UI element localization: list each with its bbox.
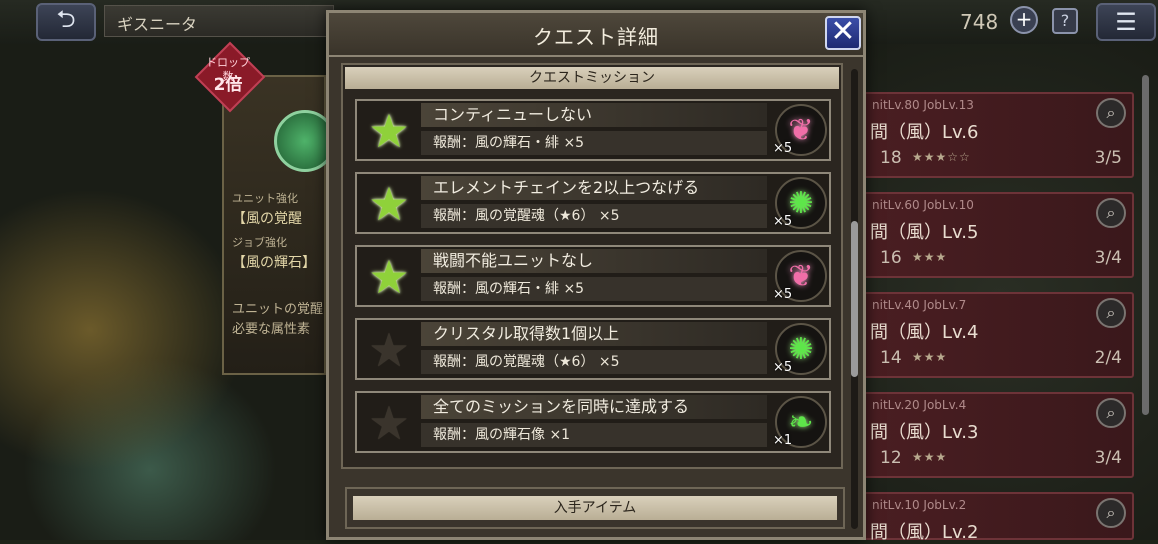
mission-reward: 報酬：風の輝石・緋 ×5 <box>421 277 767 301</box>
drop-bonus-multiplier: 2倍 <box>213 75 243 95</box>
quest-level-req: nitLv.40 JobLv.7 <box>872 298 967 312</box>
quest-name: 間（風）Lv.4 <box>870 322 979 343</box>
dialog-title: クエスト詳細 <box>533 25 659 49</box>
magnifier-icon[interactable]: ⌕ <box>1096 298 1126 328</box>
help-button[interactable]: ? <box>1052 8 1078 34</box>
mission-incomplete-star-icon: ★ <box>368 396 410 450</box>
reward-quantity: ×5 <box>773 360 793 375</box>
quest-name: 間（風）Lv.2 <box>870 522 979 543</box>
quest-stamina: 18 <box>880 148 902 168</box>
mission-row: ★ 全てのミッションを同時に達成する 報酬：風の輝石像 ×1 ❧ ×1 <box>355 391 831 453</box>
mission-title: 全てのミッションを同時に達成する <box>421 395 767 419</box>
magnifier-icon[interactable]: ⌕ <box>1096 498 1126 528</box>
mission-complete-star-icon: ★ <box>368 104 410 158</box>
quest-stars: ★★★ <box>912 250 948 264</box>
mission-title: エレメントチェインを2以上つなげる <box>421 176 767 200</box>
mission-row: ★ 戦闘不能ユニットなし 報酬：風の輝石・緋 ×5 ❦ ×5 <box>355 245 831 307</box>
dialog-scrollbar-thumb[interactable] <box>851 221 858 377</box>
mission-reward: 報酬：風の輝石・緋 ×5 <box>421 131 767 155</box>
items-section[interactable]: 入手アイテム <box>345 487 845 529</box>
quest-progress: 3/4 <box>1094 448 1122 468</box>
mission-row: ★ クリスタル取得数1個以上 報酬：風の覚醒魂（★6） ×5 ✺ ×5 <box>355 318 831 380</box>
quest-stars: ★★★☆☆ <box>912 150 971 164</box>
quest-stamina: 14 <box>880 348 902 368</box>
return-arrow-icon: ⮌ <box>56 4 76 33</box>
reward-quantity: ×5 <box>773 214 793 229</box>
mission-reward: 報酬：風の覚醒魂（★6） ×5 <box>421 350 767 374</box>
quest-name: 間（風）Lv.5 <box>870 222 979 243</box>
mission-scroll-area[interactable]: クエストミッション ★ コンティニューしない 報酬：風の輝石・緋 ×5 ❦ ×5… <box>341 63 843 469</box>
job-label: ジョブ強化 <box>232 236 287 249</box>
reward-quantity: ×1 <box>773 433 793 448</box>
quest-stars: ★★★ <box>912 450 948 464</box>
magnifier-icon[interactable]: ⌕ <box>1096 198 1126 228</box>
magnifier-icon[interactable]: ⌕ <box>1096 98 1126 128</box>
quest-progress: 3/5 <box>1094 148 1122 168</box>
close-icon: ✕ <box>830 14 856 49</box>
mission-complete-star-icon: ★ <box>368 177 410 231</box>
quest-level-req: nitLv.60 JobLv.10 <box>872 198 974 212</box>
panel-desc-2: 必要な属性素 <box>232 322 311 337</box>
back-button[interactable]: ⮌ <box>36 3 96 41</box>
quest-level-req: nitLv.80 JobLv.13 <box>872 98 974 112</box>
hamburger-icon: ☰ <box>1115 8 1137 36</box>
job-item: 【風の輝石】 <box>232 255 316 271</box>
quest-progress: 2/4 <box>1094 348 1122 368</box>
mission-complete-star-icon: ★ <box>368 250 410 304</box>
add-gems-button[interactable]: + <box>1010 6 1038 34</box>
quest-list-item[interactable]: nitLv.10 JobLv.2 間（風）Lv.2 ⌕ <box>862 492 1134 543</box>
mission-title: コンティニューしない <box>421 103 767 127</box>
list-scrollbar[interactable] <box>1142 75 1149 415</box>
mission-incomplete-star-icon: ★ <box>368 323 410 377</box>
gem-count: 748 <box>960 10 999 34</box>
magnifier-icon[interactable]: ⌕ <box>1096 398 1126 428</box>
quest-stars: ★★★ <box>912 350 948 364</box>
quest-stamina: 16 <box>880 248 902 268</box>
quest-level-req: nitLv.10 JobLv.2 <box>872 498 967 512</box>
quest-stamina: 12 <box>880 448 902 468</box>
mission-row: ★ エレメントチェインを2以上つなげる 報酬：風の覚醒魂（★6） ×5 ✺ ×5 <box>355 172 831 234</box>
dialog-header: クエスト詳細 ✕ <box>329 13 863 57</box>
reward-quantity: ×5 <box>773 287 793 302</box>
quest-list-item[interactable]: nitLv.20 JobLv.4 間（風）Lv.3 12 ★★★ 3/4 ⌕ <box>862 392 1134 478</box>
mission-title: 戦闘不能ユニットなし <box>421 249 767 273</box>
page-title: ギスニータ <box>104 5 334 37</box>
mission-reward: 報酬：風の覚醒魂（★6） ×5 <box>421 204 767 228</box>
quest-progress: 3/4 <box>1094 248 1122 268</box>
quest-detail-dialog: クエスト詳細 ✕ クエストミッション ★ コンティニューしない 報酬：風の輝石・… <box>326 10 866 540</box>
quest-list-item[interactable]: nitLv.60 JobLv.10 間（風）Lv.5 16 ★★★ 3/4 ⌕ <box>862 192 1134 278</box>
reward-quantity: ×5 <box>773 141 793 156</box>
quest-name: 間（風）Lv.3 <box>870 422 979 443</box>
mission-reward: 報酬：風の輝石像 ×1 <box>421 423 767 447</box>
close-button[interactable]: ✕ <box>825 16 861 50</box>
items-section-header: 入手アイテム <box>353 496 837 520</box>
unit-item: 【風の覚醒 <box>232 211 302 227</box>
mission-row: ★ コンティニューしない 報酬：風の輝石・緋 ×5 ❦ ×5 <box>355 99 831 161</box>
quest-level-req: nitLv.20 JobLv.4 <box>872 398 967 412</box>
panel-desc-1: ユニットの覚醒 <box>232 302 324 317</box>
quest-list-item[interactable]: nitLv.40 JobLv.7 間（風）Lv.4 14 ★★★ 2/4 ⌕ <box>862 292 1134 378</box>
mission-title: クリスタル取得数1個以上 <box>421 322 767 346</box>
quest-name: 間（風）Lv.6 <box>870 122 979 143</box>
quest-list-item[interactable]: nitLv.80 JobLv.13 間（風）Lv.6 18 ★★★☆☆ 3/5 … <box>862 92 1134 178</box>
menu-button[interactable]: ☰ <box>1096 3 1156 41</box>
missions-section-header: クエストミッション <box>345 67 839 89</box>
unit-label: ユニット強化 <box>232 192 298 205</box>
